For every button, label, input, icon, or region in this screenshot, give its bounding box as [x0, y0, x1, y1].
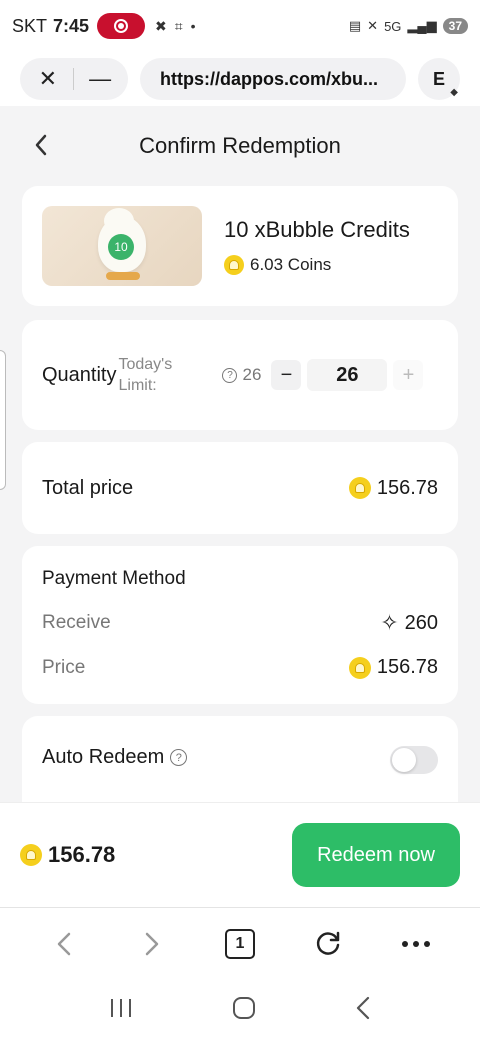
- footer-amount-value: 156.78: [48, 842, 116, 867]
- coin-icon: [348, 477, 371, 499]
- limit-info: ? 26: [222, 365, 261, 385]
- divider: [73, 68, 75, 90]
- page-title: Confirm Redemption: [139, 133, 341, 158]
- price-label: Price: [42, 656, 86, 678]
- tab-count: 1: [225, 929, 255, 959]
- coin-icon: [348, 656, 371, 679]
- quantity-input[interactable]: [307, 359, 388, 391]
- ethereum-icon: ◆: [450, 87, 458, 98]
- signal-icon: ▂▄▆: [407, 18, 437, 33]
- footer-amount: 156.78: [20, 842, 115, 868]
- home-icon[interactable]: [232, 996, 256, 1025]
- redeem-now-button[interactable]: Redeem now: [292, 823, 460, 887]
- coin-icon: [224, 255, 244, 275]
- dot-icon: •: [190, 18, 196, 34]
- minimize-icon[interactable]: —: [82, 66, 118, 92]
- auto-redeem-card: Auto Redeem ?: [22, 716, 458, 802]
- back-chevron-icon[interactable]: [26, 130, 56, 160]
- auto-redeem-toggle[interactable]: [390, 746, 438, 774]
- auto-redeem-label-group: Auto Redeem ?: [42, 746, 188, 769]
- product-info: 10 xBubble Credits 6.03 Coins: [224, 217, 410, 275]
- receive-row: Receive ✧ 260: [42, 610, 438, 636]
- total-price-amount: 156.78: [348, 476, 438, 500]
- product-card: 10 10 xBubble Credits 6.03 Coins: [22, 186, 458, 306]
- product-image: 10: [42, 206, 202, 286]
- auto-redeem-label: Auto Redeem: [42, 746, 165, 768]
- recents-icon[interactable]: [109, 997, 133, 1024]
- decrement-button[interactable]: −: [271, 360, 302, 390]
- product-price: 6.03 Coins: [224, 255, 410, 275]
- price-amount: 156.78: [348, 656, 438, 679]
- quantity-stepper: − +: [271, 359, 424, 391]
- price-row: Price 156.78: [42, 656, 438, 679]
- browser-toolbar: ✕ — https://dappos.com/xbu... E ◆: [0, 52, 480, 106]
- battery-indicator: 37: [442, 18, 468, 34]
- quantity-card: Quantity Today's Limit: ? 26 − +: [22, 320, 458, 430]
- status-bar: SKT 7:45 ✖ ⌗ • ▤ ✕ 5G ▂▄▆ 37: [0, 0, 480, 52]
- close-icon[interactable]: ✕: [30, 66, 66, 92]
- grid-icon: ✖: [155, 17, 167, 34]
- product-price-value: 6.03 Coins: [250, 255, 332, 274]
- screenshot-icon: ⌗: [174, 17, 183, 34]
- payment-method-title: Payment Method: [42, 568, 186, 589]
- receive-label: Receive: [42, 612, 111, 633]
- clock: 7:45: [53, 15, 90, 36]
- browser-nav-bar: 1: [0, 908, 480, 980]
- system-nav-bar: [0, 980, 480, 1040]
- url-bar[interactable]: https://dappos.com/xbu...: [140, 58, 406, 100]
- cast-icon: ▤: [348, 18, 362, 33]
- checkout-footer: 156.78 Redeem now: [0, 802, 480, 908]
- screen-recording-indicator[interactable]: [97, 13, 146, 39]
- product-name: 10 xBubble Credits: [224, 217, 410, 242]
- record-icon: [114, 19, 129, 33]
- total-price-card: Total price 156.78: [22, 442, 458, 534]
- quantity-label: Quantity: [42, 363, 117, 386]
- price-value: 156.78: [376, 656, 438, 678]
- reload-icon[interactable]: [303, 919, 353, 969]
- total-price-label: Total price: [42, 476, 134, 499]
- receive-amount: ✧ 260: [380, 610, 438, 636]
- forward-arrow-icon[interactable]: [127, 919, 177, 969]
- network-label: 5G: [384, 18, 402, 34]
- question-icon[interactable]: ?: [170, 749, 188, 766]
- back-arrow-icon[interactable]: [39, 919, 89, 969]
- mascot-feet: [106, 272, 140, 280]
- page-content: Confirm Redemption 10 10 xBubble Credits…: [0, 106, 480, 802]
- more-icon[interactable]: [391, 919, 441, 969]
- limit-value: 26: [242, 365, 262, 384]
- limit-label: Today's Limit:: [118, 356, 173, 394]
- profile-initial: E: [432, 68, 445, 89]
- tabs-button[interactable]: 1: [215, 919, 265, 969]
- sparkle-icon: ✧: [380, 610, 399, 635]
- mascot-head: [104, 208, 134, 234]
- receive-value: 260: [404, 611, 438, 634]
- system-back-icon[interactable]: [355, 995, 371, 1026]
- page-header: Confirm Redemption: [0, 106, 480, 186]
- mute-icon: ✕: [367, 18, 379, 33]
- profile-avatar[interactable]: E ◆: [418, 58, 460, 100]
- total-price-value: 156.78: [376, 476, 438, 499]
- payment-method-card: Payment Method Receive ✧ 260 Price 156.7…: [22, 546, 458, 704]
- carrier-label: SKT: [12, 15, 48, 36]
- window-controls: ✕ —: [20, 58, 128, 100]
- coin-icon: [20, 844, 42, 866]
- product-badge: 10: [108, 234, 134, 260]
- question-icon[interactable]: ?: [222, 367, 238, 383]
- side-scroll-handle[interactable]: [0, 350, 6, 490]
- increment-button[interactable]: +: [393, 360, 424, 390]
